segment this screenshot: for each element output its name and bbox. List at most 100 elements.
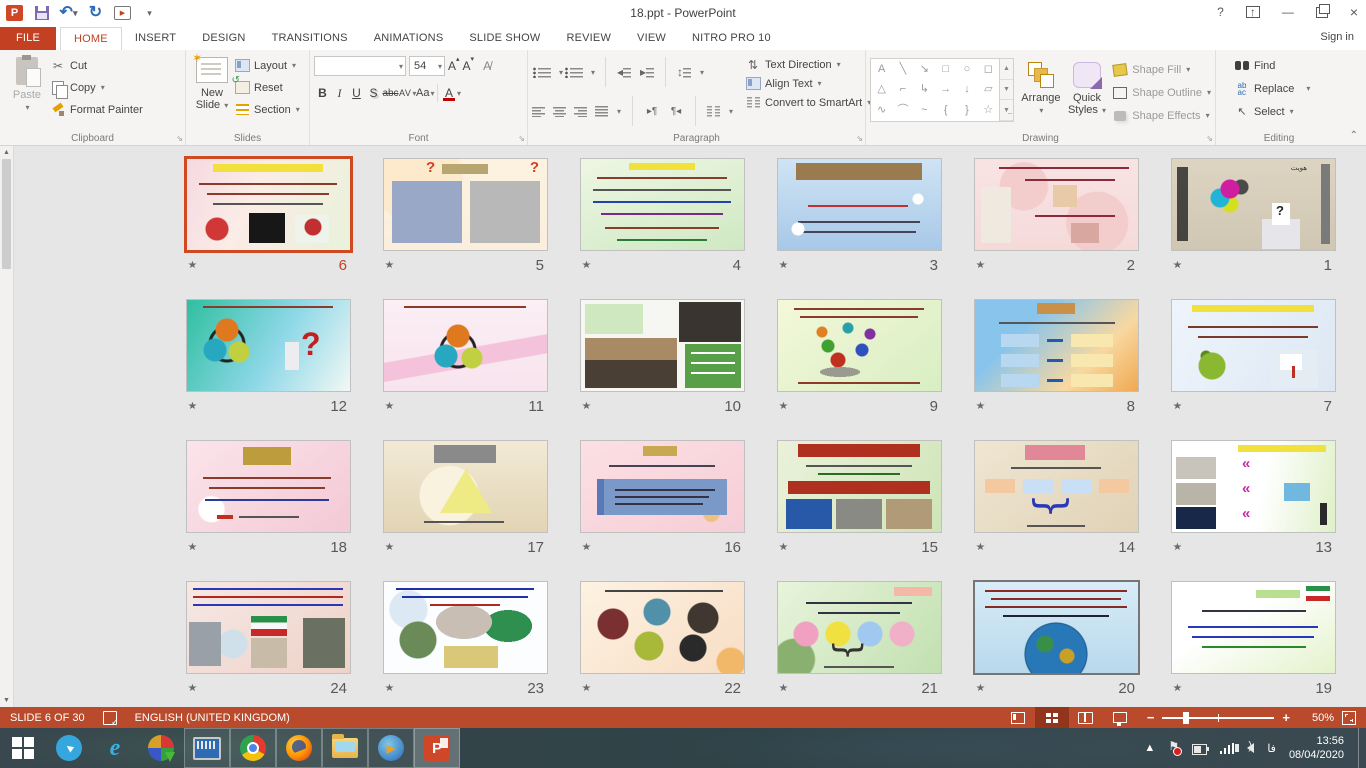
rectangle-icon[interactable]: □ — [942, 64, 949, 75]
slide-thumbnail[interactable] — [186, 440, 351, 533]
increase-font-size-button[interactable]: A▴ — [448, 59, 460, 73]
curve-icon[interactable]: ~ — [921, 105, 927, 116]
underline-button[interactable]: U — [348, 86, 365, 100]
animation-star-icon[interactable]: ★ — [188, 260, 198, 271]
text-shadow-button[interactable]: S — [365, 86, 382, 100]
format-painter-button[interactable]: Format Painter — [50, 99, 143, 120]
new-slide-button[interactable]: New Slide ▾ — [190, 53, 234, 129]
slide-thumbnail[interactable] — [383, 158, 548, 251]
animation-star-icon[interactable]: ★ — [1173, 683, 1183, 694]
select-button[interactable]: ↖ Select▾ — [1234, 101, 1338, 122]
scroll-up-arrow[interactable]: ▲ — [3, 146, 10, 159]
gallery-more[interactable]: ▼̲ — [1000, 100, 1013, 121]
animation-star-icon[interactable]: ★ — [188, 401, 198, 412]
minimize-button[interactable]: — — [1282, 5, 1294, 19]
line-icon[interactable]: ╲ — [900, 64, 907, 75]
reading-view-button[interactable] — [1069, 707, 1103, 728]
increase-indent-button[interactable]: ▸ — [639, 64, 655, 80]
shape-effects-button[interactable]: Shape Effects▾ — [1112, 105, 1211, 126]
strikethrough-button[interactable]: abc — [382, 88, 399, 99]
shape-outline-button[interactable]: Shape Outline▾ — [1112, 82, 1211, 103]
shapes-gallery[interactable]: A╲↘□○◻△⌐↳→↓▱∿⌒~{}☆ — [870, 58, 1000, 122]
animation-star-icon[interactable]: ★ — [976, 401, 986, 412]
zoom-slider[interactable] — [1162, 717, 1274, 719]
zoom-out-button[interactable]: − — [1147, 710, 1155, 725]
animation-star-icon[interactable]: ★ — [779, 401, 789, 412]
clear-formatting-button[interactable]: A̸ — [483, 59, 491, 73]
slide-thumbnail[interactable] — [580, 581, 745, 674]
slide-thumbnail[interactable] — [973, 580, 1140, 675]
animation-star-icon[interactable]: ★ — [188, 542, 198, 553]
character-spacing-button[interactable]: AV▾ — [399, 88, 416, 98]
left-brace-icon[interactable]: { — [944, 105, 948, 116]
animation-star-icon[interactable]: ★ — [582, 542, 592, 553]
sign-in-link[interactable]: Sign in — [1320, 31, 1354, 43]
slide-thumbnail[interactable] — [580, 299, 745, 392]
animation-star-icon[interactable]: ★ — [976, 683, 986, 694]
slide-thumbnail[interactable] — [383, 299, 548, 392]
font-size-combobox[interactable]: 54▾ — [409, 56, 445, 76]
tab-transitions[interactable]: TRANSITIONS — [259, 27, 361, 50]
gallery-scroll-down[interactable]: ▼ — [1000, 80, 1013, 101]
replace-button[interactable]: abac Replace▾ — [1234, 78, 1338, 99]
slide-thumbnail[interactable] — [777, 581, 942, 674]
animation-star-icon[interactable]: ★ — [976, 260, 986, 271]
drawing-dialog-launcher[interactable]: ⇘ — [1206, 134, 1213, 143]
decrease-indent-button[interactable]: ◂ — [616, 64, 632, 80]
start-button[interactable] — [0, 728, 46, 768]
line-arrow-icon[interactable]: ↘ — [920, 64, 929, 75]
slide-thumbnail[interactable] — [974, 440, 1139, 533]
taskbar-powerpoint[interactable]: P — [414, 728, 460, 768]
justify-button[interactable] — [595, 106, 608, 117]
tab-animations[interactable]: ANIMATIONS — [361, 27, 457, 50]
copy-button[interactable]: Copy▾ — [50, 77, 143, 98]
slide-thumbnail[interactable]: هویت — [1171, 158, 1336, 251]
animation-star-icon[interactable]: ★ — [385, 260, 395, 271]
restore-button[interactable] — [1316, 7, 1328, 18]
taskbar-firefox[interactable] — [276, 728, 322, 768]
cut-button[interactable]: ✂ Cut — [50, 55, 143, 76]
zoom-slider-thumb[interactable] — [1183, 712, 1189, 724]
animation-star-icon[interactable]: ★ — [385, 401, 395, 412]
oval-icon[interactable]: ○ — [964, 64, 971, 75]
slide-thumbnail[interactable] — [1171, 440, 1336, 533]
vertical-scrollbar[interactable]: ▲ ▼ — [0, 146, 14, 707]
tab-home[interactable]: HOME — [60, 27, 122, 50]
slide-thumbnail[interactable] — [777, 158, 942, 251]
layout-button[interactable]: Layout▾ — [234, 55, 300, 76]
convert-to-smartart-button[interactable]: Convert to SmartArt▾ — [745, 93, 871, 112]
taskbar-clock[interactable]: 13:56 08/04/2020 — [1289, 734, 1350, 762]
slide-thumbnail[interactable] — [184, 156, 353, 253]
align-text-button[interactable]: Align Text▾ — [745, 74, 871, 93]
animation-star-icon[interactable]: ★ — [582, 401, 592, 412]
decrease-font-size-button[interactable]: A▾ — [463, 59, 475, 73]
input-language-indicator[interactable]: فا — [1267, 742, 1276, 755]
arc-icon[interactable]: ⌒ — [897, 105, 908, 116]
align-center-button[interactable] — [553, 106, 566, 117]
font-dialog-launcher[interactable]: ⇘ — [518, 134, 525, 143]
scribble-icon[interactable]: ∿ — [877, 105, 886, 116]
slide-thumbnail[interactable] — [186, 299, 351, 392]
volume-icon[interactable] — [1247, 743, 1254, 753]
slide-thumbnail[interactable] — [777, 440, 942, 533]
gallery-scroll-up[interactable]: ▲ — [1000, 59, 1013, 80]
arrange-button[interactable]: Arrange▾ — [1020, 58, 1062, 134]
numbering-button[interactable] — [570, 67, 583, 78]
slide-show-button[interactable] — [1103, 707, 1137, 728]
help-button[interactable]: ? — [1217, 5, 1224, 19]
language-indicator[interactable]: ENGLISH (UNITED KINGDOM) — [135, 712, 290, 724]
elbow-arrow-connector-icon[interactable]: ↳ — [920, 84, 929, 95]
section-button[interactable]: Section▾ — [234, 99, 300, 120]
text-box-icon[interactable]: A — [878, 64, 885, 75]
italic-button[interactable]: I — [331, 86, 348, 101]
columns-button[interactable] — [707, 106, 720, 117]
paste-button[interactable]: Paste▾ — [4, 53, 50, 129]
font-color-button[interactable]: A — [442, 86, 456, 100]
animation-star-icon[interactable]: ★ — [188, 683, 198, 694]
bold-button[interactable]: B — [314, 86, 331, 100]
tab-nitro-pro-10[interactable]: NITRO PRO 10 — [679, 27, 784, 50]
slide-thumbnail[interactable] — [580, 440, 745, 533]
reset-button[interactable]: Reset — [234, 77, 300, 98]
scrollbar-thumb[interactable] — [2, 159, 11, 269]
slide-thumbnail[interactable] — [383, 581, 548, 674]
